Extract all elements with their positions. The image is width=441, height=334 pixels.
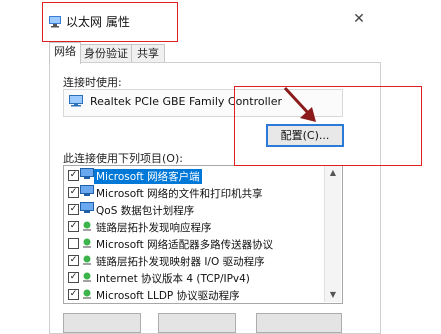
item-label: Microsoft LLDP 协议驱动程序	[96, 290, 240, 302]
tab-network[interactable]: 网络	[49, 42, 81, 64]
file-printer-sharing-icon	[80, 185, 94, 196]
item-label: 链路层拓扑发现映射器 I/O 驱动程序	[96, 256, 265, 268]
list-item[interactable]: ✓ Microsoft LLDP 协议驱动程序	[64, 286, 322, 302]
checkbox[interactable]: ✓	[68, 272, 79, 283]
checkbox[interactable]: ✓	[68, 255, 79, 266]
network-card-icon	[69, 95, 83, 107]
tab-authentication[interactable]: 身份验证	[80, 44, 132, 64]
item-label: 链路层拓扑发现响应程序	[96, 222, 212, 234]
checkbox[interactable]: ✓	[68, 221, 79, 232]
item-label: QoS 数据包计划程序	[96, 205, 195, 217]
scroll-down-arrow-icon[interactable]: ▼	[325, 288, 341, 302]
annotation-arrow-icon	[283, 86, 316, 122]
list-item[interactable]: ✓ 链路层拓扑发现响应程序	[64, 218, 322, 234]
protocol-icon	[83, 238, 91, 248]
list-item[interactable]: Microsoft 网络适配器多路传送器协议	[64, 235, 322, 251]
list-scrollbar[interactable]: ▲ ▼	[324, 166, 341, 302]
annotation-configure-highlight	[234, 86, 422, 166]
list-item[interactable]: ✓ Microsoft 网络的文件和打印机共享	[64, 184, 322, 200]
close-button[interactable]: ✕	[352, 12, 366, 26]
list-item[interactable]: ✓ Microsoft 网络客户端	[64, 167, 322, 184]
list-item[interactable]: ✓ Internet 协议版本 4 (TCP/IPv4)	[64, 269, 322, 285]
list-item[interactable]: ✓ QoS 数据包计划程序	[64, 201, 322, 217]
properties-button[interactable]	[256, 313, 342, 333]
checkbox[interactable]: ✓	[68, 187, 79, 198]
uninstall-button[interactable]	[158, 313, 236, 333]
items-label: 此连接使用下列项目(O):	[63, 152, 183, 165]
item-label: Microsoft 网络客户端	[94, 169, 202, 184]
qos-scheduler-icon	[80, 202, 94, 213]
protocol-icon	[83, 221, 91, 231]
annotation-title-highlight	[42, 2, 178, 42]
item-label: Internet 协议版本 4 (TCP/IPv4)	[96, 273, 250, 285]
checkbox[interactable]: ✓	[68, 170, 79, 181]
network-client-icon	[80, 168, 94, 179]
scroll-up-arrow-icon[interactable]: ▲	[325, 166, 341, 180]
install-button[interactable]	[63, 313, 141, 333]
protocol-icon	[83, 289, 91, 299]
checkbox[interactable]: ✓	[68, 204, 79, 215]
checkbox[interactable]: ✓	[68, 289, 79, 300]
checkbox[interactable]	[68, 238, 79, 249]
protocol-icon	[83, 255, 91, 265]
protocol-icon	[83, 272, 91, 282]
list-item[interactable]: ✓ 链路层拓扑发现映射器 I/O 驱动程序	[64, 252, 322, 268]
connect-using-label: 连接时使用:	[63, 76, 122, 89]
item-label: Microsoft 网络适配器多路传送器协议	[96, 239, 274, 251]
tab-sharing[interactable]: 共享	[131, 44, 165, 64]
item-label: Microsoft 网络的文件和打印机共享	[96, 188, 263, 200]
